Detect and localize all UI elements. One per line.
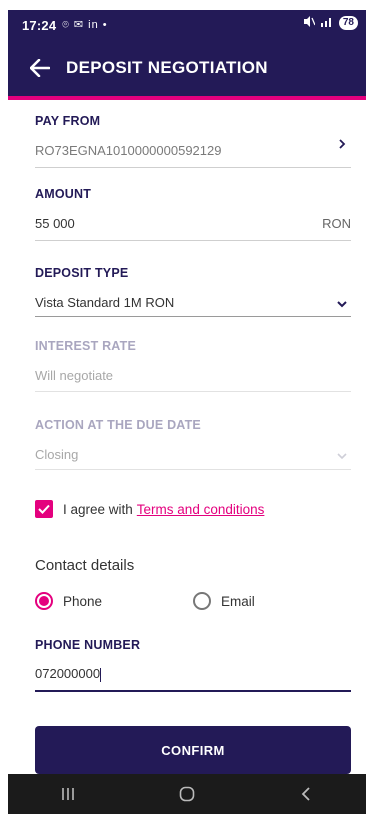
amount-currency: RON: [322, 216, 351, 231]
deposit-type-label: DEPOSIT TYPE: [35, 266, 129, 280]
page-title: DEPOSIT NEGOTIATION: [66, 58, 268, 77]
deposit-type-value: Vista Standard 1M RON: [35, 295, 175, 310]
recent-apps-button[interactable]: [48, 779, 88, 809]
battery-indicator: 78: [338, 16, 358, 30]
agree-row: I agree with Terms and conditions: [35, 500, 264, 518]
email-radio-label: Email: [221, 593, 255, 609]
status-right-icons: 78: [303, 16, 358, 30]
phone-number-field[interactable]: PHONE NUMBER 072000000: [35, 638, 351, 692]
status-time: 17:24: [22, 17, 57, 33]
amount-underline: [35, 240, 351, 241]
status-bar: 17:24 ⌾ ✉ in • 78: [8, 10, 366, 40]
interest-rate-underline: [35, 391, 351, 392]
radio-email[interactable]: Email: [193, 592, 255, 610]
pay-from-field[interactable]: PAY FROM RO73EGNA1010000000592129: [35, 114, 351, 168]
amount-field[interactable]: AMOUNT 55 000 RON: [35, 187, 351, 241]
amount-value: 55 000: [35, 216, 75, 231]
radio-selected-dot: [39, 596, 49, 606]
contact-details-title: Contact details: [35, 557, 135, 574]
action-due-underline: [35, 469, 351, 470]
recent-apps-icon: [61, 788, 74, 800]
deposit-type-field[interactable]: DEPOSIT TYPE Vista Standard 1M RON: [35, 266, 351, 317]
home-button[interactable]: [167, 779, 207, 809]
action-due-value: Closing: [35, 447, 79, 462]
header-accent-line: [8, 96, 366, 100]
action-due-field: ACTION AT THE DUE DATE Closing: [35, 418, 351, 470]
interest-rate-label: INTEREST RATE: [35, 339, 136, 353]
app-header: DEPOSIT NEGOTIATION: [8, 40, 366, 96]
pay-from-value: RO73EGNA1010000000592129: [35, 143, 222, 158]
phone-number-label: PHONE NUMBER: [35, 638, 141, 652]
interest-rate-value-row: Will negotiate: [35, 368, 351, 388]
radio-phone[interactable]: Phone: [35, 592, 102, 610]
pay-from-label: PAY FROM: [35, 114, 101, 128]
action-due-label: ACTION AT THE DUE DATE: [35, 418, 201, 432]
arrow-left-icon: [30, 59, 50, 77]
signal-icon: [320, 16, 334, 30]
phone-radio-button[interactable]: [35, 592, 53, 610]
phone-radio-label: Phone: [63, 593, 103, 609]
pay-from-underline: [35, 167, 351, 168]
home-icon: [179, 786, 195, 802]
interest-rate-field: INTEREST RATE Will negotiate: [35, 339, 351, 392]
amount-label: AMOUNT: [35, 187, 92, 201]
phone-number-underline: [35, 690, 351, 692]
pay-from-value-row: RO73EGNA1010000000592129: [35, 139, 351, 163]
interest-rate-value: Will negotiate: [35, 368, 114, 383]
deposit-type-value-row: Vista Standard 1M RON: [35, 295, 351, 315]
terms-link[interactable]: Terms and conditions: [137, 502, 265, 517]
text-cursor: [100, 667, 102, 682]
deposit-type-underline: [35, 316, 351, 317]
action-due-value-row: Closing: [35, 447, 351, 467]
system-nav-bar: [8, 774, 366, 814]
checkmark-icon: [38, 504, 50, 514]
agree-checkbox[interactable]: [35, 500, 53, 518]
chevron-down-icon: [337, 301, 347, 308]
back-button[interactable]: [26, 54, 54, 82]
phone-screen: 17:24 ⌾ ✉ in • 78 DEPOSIT NEGOTIATION PA…: [8, 10, 366, 814]
chevron-right-icon: [339, 139, 346, 149]
amount-value-row: 55 000 RON: [35, 216, 351, 236]
confirm-button[interactable]: CONFIRM: [35, 726, 351, 774]
chevron-left-icon: [302, 787, 310, 801]
phone-number-value-row[interactable]: 072000000: [35, 666, 351, 686]
notification-icons: ⌾ ✉ in •: [62, 19, 108, 31]
chevron-down-icon: [337, 453, 347, 460]
agree-text: I agree with: [63, 501, 133, 517]
back-nav-button[interactable]: [286, 779, 326, 809]
email-radio-button[interactable]: [193, 592, 211, 610]
phone-number-input[interactable]: 072000000: [35, 666, 100, 681]
mute-icon: [303, 16, 316, 30]
